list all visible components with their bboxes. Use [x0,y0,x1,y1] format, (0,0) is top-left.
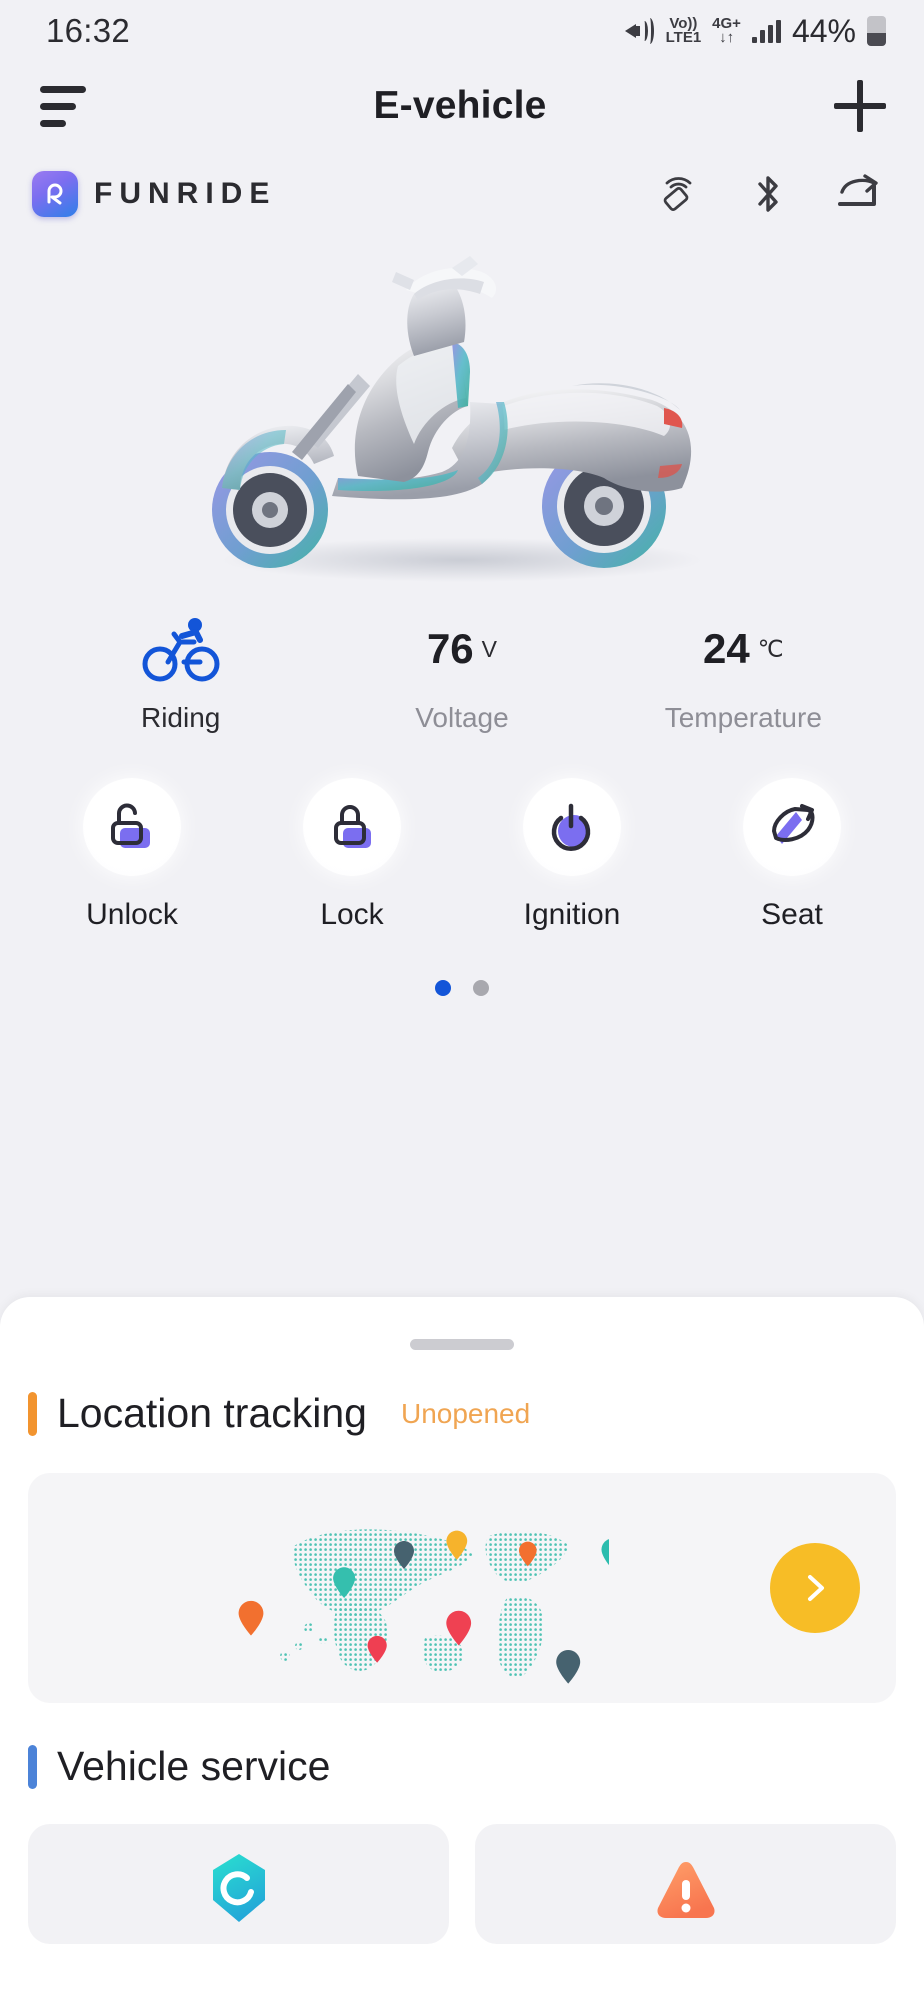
signal-bars-icon [751,19,781,43]
sheet-drag-handle[interactable] [410,1339,514,1350]
chevron-right-icon [808,1575,824,1601]
app-bar: E-vehicle [0,62,924,150]
electric-scooter-image [212,256,702,582]
ignition-button[interactable]: Ignition [462,778,682,932]
location-tracking-header: Location tracking Unopened [0,1390,924,1437]
pager-dot-active[interactable] [435,980,451,996]
stat-label: Temperature [664,702,822,733]
hamburger-menu-icon[interactable] [40,85,86,127]
action-label: Unlock [86,898,178,931]
battery-percent: 44% [791,12,856,49]
location-tracking-status: Unopened [400,1397,531,1429]
bluetooth-icon[interactable] [746,170,790,218]
nfc-icon[interactable] [654,170,702,218]
action-label: Lock [320,898,384,931]
page-title: E-vehicle [373,84,547,127]
location-tracking-title: Location tracking [57,1390,367,1436]
action-buttons-row: Unlock Lock Ignition Seat [0,778,924,932]
world-map-pins-image [28,1473,770,1703]
voltage-value: 76 [426,625,474,672]
mute-icon [624,18,655,44]
shield-repair-icon [212,1854,265,1922]
brand-name: FUNRIDE [94,177,277,210]
temperature-unit: ℃ [757,635,784,662]
stat-label: Voltage [415,702,509,733]
status-time: 16:32 [46,12,131,49]
pager-dot[interactable] [473,980,489,996]
share-icon[interactable] [834,170,884,218]
stat-temperature: 24 ℃ Temperature [603,612,884,734]
brand: FUNRIDE [32,171,276,217]
battery-icon [867,16,886,46]
brand-icon-group [654,170,884,218]
brand-row: FUNRIDE [0,150,924,238]
bottom-sheet: Location tracking Unopened Vehicle servi… [0,1297,924,2002]
unlock-icon [111,803,150,848]
location-tracking-card[interactable] [28,1473,896,1703]
pager-dots [0,980,924,996]
temperature-value: 24 [703,625,750,672]
lock-icon [334,805,371,848]
action-label: Seat [761,898,823,931]
plus-icon[interactable] [834,80,886,132]
power-ignition-icon [551,803,591,851]
section-accent-bar [28,1391,37,1436]
action-label: Ignition [523,898,621,931]
vehicle-service-cards [0,1824,924,1944]
unlock-button[interactable]: Unlock [22,778,242,932]
service-card-repair[interactable] [28,1824,449,1944]
status-bar: 16:32 Vo)) LTE1 4G+ ↓↑ 44% [0,0,924,62]
location-tracking-go-button[interactable] [770,1543,860,1633]
funride-logo-icon [32,171,78,217]
volte-icon: Vo)) LTE1 [665,15,702,46]
voltage-unit: V [481,635,498,662]
stat-voltage: 76 V Voltage [321,612,602,734]
stat-label: Riding [140,702,221,733]
stats-row: Riding 76 V Voltage 24 ℃ Temperature [0,612,924,734]
status-icons: Vo)) LTE1 4G+ ↓↑ 44% [624,12,886,50]
seat-icon [772,804,815,844]
seat-button[interactable]: Seat [682,778,902,932]
section-accent-bar [28,1744,37,1789]
vehicle-service-title: Vehicle service [57,1743,331,1789]
service-card-alert[interactable] [475,1824,896,1944]
stat-riding: Riding [40,612,321,734]
lock-button[interactable]: Lock [242,778,462,932]
network-type-icon: 4G+ ↓↑ [712,15,741,46]
cyclist-riding-icon [138,612,224,686]
alert-triangle-icon [656,1862,715,1918]
hero-section [0,238,924,598]
vehicle-service-header: Vehicle service [0,1743,924,1790]
